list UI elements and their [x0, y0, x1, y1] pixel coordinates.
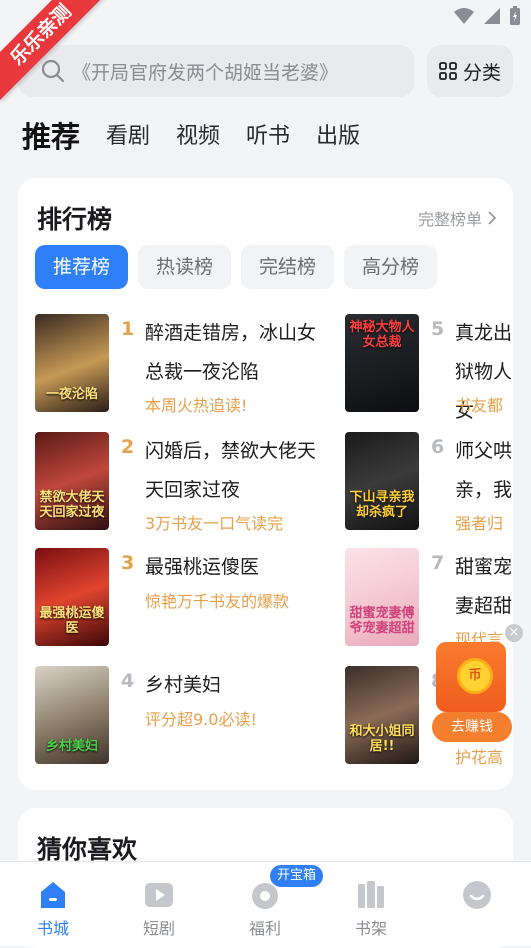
grid-icon [439, 62, 457, 80]
book-cover: 最强桃运傻医 [35, 548, 109, 646]
tab-drama[interactable]: 看剧 [106, 114, 150, 160]
book-cover: 一夜沦陷 [35, 314, 109, 412]
ranking-title: 排行榜 [37, 205, 113, 234]
book-tag: 评分超9.0必读! [145, 710, 257, 729]
book-title: 乡村美妇 [145, 674, 222, 696]
cover-title: 最强桃运傻医 [39, 606, 105, 636]
book-tag: 惊艳万千书友的爆款 [145, 592, 290, 611]
rank-number: 4 [121, 670, 135, 692]
book-title: 闪婚后，禁欲大佬天天回家过夜 [145, 440, 317, 501]
rank-number: 2 [121, 436, 135, 458]
book-tag: 本周火热追读! [145, 396, 248, 415]
book-title: 醉酒走错房，冰山女总裁一夜沦陷 [145, 322, 317, 383]
rank-number: 1 [121, 318, 135, 340]
rank-tab-finished[interactable]: 完结榜 [241, 245, 335, 289]
battery-icon [510, 6, 520, 25]
cover-title: 禁欲大佬天天回家过夜 [39, 490, 105, 520]
cover-title: 和大小姐同居!! [349, 724, 415, 754]
book-cover: 禁欲大佬天天回家过夜 [35, 432, 109, 530]
coin-icon: 币 [457, 658, 493, 694]
book-cover: 乡村美妇 [35, 666, 109, 764]
book-title: 师父哄亲，我 [455, 440, 513, 501]
tab-audio[interactable]: 听书 [246, 114, 290, 160]
book-title: 甜蜜宠妻超甜 [455, 556, 513, 617]
bookshelf-icon [358, 881, 384, 908]
rank-number: 5 [431, 318, 445, 340]
cover-title: 一夜沦陷 [45, 387, 98, 402]
rank-number: 3 [121, 552, 135, 574]
nav-label: 书城 [36, 919, 69, 938]
ranking-item[interactable]: 神秘大物人女总裁 5 真龙出狱物人女 书友都 [345, 314, 513, 422]
book-tag: 书友都 [455, 396, 504, 415]
book-tag: 护花高 [455, 748, 504, 767]
cover-title: 神秘大物人女总裁 [349, 320, 415, 350]
book-tag: 强者归 [455, 514, 504, 533]
book-tag: 3万书友一口气读完 [145, 514, 284, 533]
ranking-item[interactable]: 下山寻亲我却杀疯了 6 师父哄亲，我 强者归 [345, 432, 513, 533]
ranking-item[interactable]: 甜蜜宠妻傅爷宠妻超甜 7 甜蜜宠妻超甜 现代言 [345, 548, 513, 649]
signal-icon [484, 8, 500, 24]
book-title: 最强桃运傻医 [145, 556, 260, 578]
cover-title: 甜蜜宠妻傅爷宠妻超甜 [349, 606, 415, 636]
book-cover: 神秘大物人女总裁 [345, 314, 419, 412]
nav-label: 福利 [248, 919, 281, 938]
search-placeholder: 《开局官府发两个胡姬当老婆》 [72, 61, 339, 84]
status-icons [453, 6, 521, 26]
nav-profile[interactable] [424, 862, 530, 946]
category-label: 分类 [462, 61, 501, 84]
rank-tab-recommend[interactable]: 推荐榜 [35, 245, 129, 289]
play-icon [145, 883, 173, 907]
nav-bookshelf[interactable]: 书架 [318, 862, 424, 946]
book-cover: 甜蜜宠妻傅爷宠妻超甜 [345, 548, 419, 646]
tab-video[interactable]: 视频 [176, 114, 220, 160]
ranking-item[interactable]: 乡村美妇 4 乡村美妇 评分超9.0必读! [35, 666, 395, 766]
float-close-button[interactable]: × [505, 624, 523, 642]
rank-number: 6 [431, 436, 445, 458]
earn-money-float[interactable]: 币 去赚钱 [432, 640, 512, 744]
category-button[interactable]: 分类 [427, 45, 513, 97]
cover-title: 乡村美妇 [45, 739, 98, 754]
ranking-item[interactable]: 一夜沦陷 1 醉酒走错房，冰山女总裁一夜沦陷 本周火热追读! [35, 314, 395, 415]
tab-publish[interactable]: 出版 [316, 114, 360, 160]
earn-money-label: 去赚钱 [432, 712, 512, 742]
red-packet: 币 [436, 642, 506, 712]
nav-label: 书架 [354, 919, 387, 938]
channel-tabs: 推荐 看剧 视频 听书 出版 [22, 114, 386, 160]
avatar-icon [463, 881, 491, 909]
book-cover: 和大小姐同居!! [345, 666, 419, 764]
rank-tab-hot[interactable]: 热读榜 [138, 245, 232, 289]
nav-label: 短剧 [142, 919, 175, 938]
nav-short-drama[interactable]: 短剧 [106, 862, 212, 946]
wifi-icon [454, 8, 474, 24]
ranking-item[interactable]: 最强桃运傻医 3 最强桃运傻医 惊艳万千书友的爆款 [35, 548, 395, 648]
book-cover: 下山寻亲我却杀疯了 [345, 432, 419, 530]
open-chest-badge: 开宝箱 [270, 865, 324, 887]
search-icon [41, 59, 65, 83]
tab-recommend[interactable]: 推荐 [22, 114, 80, 160]
bottom-nav: 书城 短剧 福利 书架 [0, 861, 531, 946]
search-input[interactable]: 《开局官府发两个胡姬当老婆》 [18, 45, 414, 97]
home-icon [41, 882, 65, 908]
ranking-item[interactable]: 禁欲大佬天天回家过夜 2 闪婚后，禁欲大佬天天回家过夜 3万书友一口气读完 [35, 432, 395, 533]
nav-bookstore[interactable]: 书城 [0, 862, 106, 946]
cover-title: 下山寻亲我却杀疯了 [349, 490, 415, 520]
rank-number: 7 [431, 552, 445, 574]
